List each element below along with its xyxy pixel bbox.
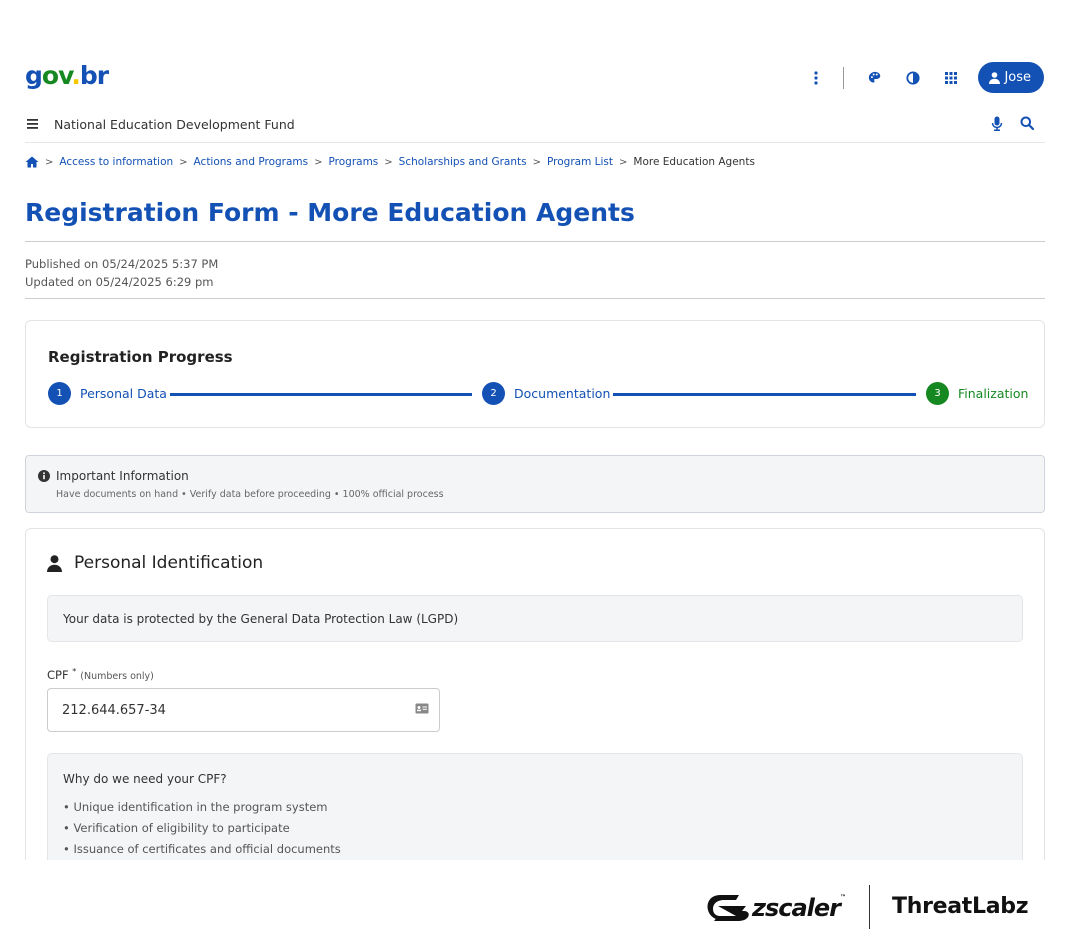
updated-date: Updated on 05/24/2025 6:29 pm <box>25 275 214 289</box>
breadcrumb-separator: > <box>384 156 393 168</box>
step-label: Finalization <box>958 386 1029 401</box>
breadcrumb-link[interactable]: Actions and Programs <box>194 156 309 168</box>
list-item: • Issuance of certificates and official … <box>63 842 341 856</box>
secondary-nav: National Education Development Fund <box>25 113 1045 143</box>
list-item: • Unique identification in the program s… <box>63 800 328 814</box>
search-icon[interactable] <box>1020 116 1034 130</box>
progress-connector <box>170 393 472 396</box>
breadcrumb-separator: > <box>45 156 54 168</box>
info-description: Have documents on hand • Verify data bef… <box>56 489 444 500</box>
breadcrumb-separator: > <box>532 156 541 168</box>
page-title: Registration Form - More Education Agent… <box>25 198 635 227</box>
threatlabz-wordmark: ThreatLabz <box>892 894 1029 919</box>
info-icon <box>38 470 50 482</box>
publication-meta: Published on 05/24/2025 5:37 PM Updated … <box>25 255 218 291</box>
step-number: 1 <box>48 382 71 405</box>
title-divider <box>25 241 1045 242</box>
required-marker: * <box>72 667 77 676</box>
zscaler-mark-icon <box>707 895 749 921</box>
progress-connector <box>613 393 916 396</box>
personal-identification-card: Personal Identification Your data is pro… <box>25 528 1045 873</box>
section-title: Personal Identification <box>74 553 264 573</box>
cpf-reasons-box: Why do we need your CPF? • Unique identi… <box>47 753 1023 873</box>
step-label: Documentation <box>514 386 611 401</box>
header-actions: Jose <box>791 62 1044 93</box>
zscaler-wordmark: zscaler™ <box>752 894 846 922</box>
cpf-label: CPF * (Numbers only) <box>47 667 154 682</box>
cpf-label-text: CPF <box>47 667 69 682</box>
breadcrumb-link[interactable]: Program List <box>547 156 613 168</box>
step-finalization[interactable]: 3 Finalization <box>926 382 1028 405</box>
info-title: Important Information <box>56 469 189 483</box>
user-account-button[interactable]: Jose <box>978 62 1044 93</box>
breadcrumb: > Access to information > Actions and Pr… <box>25 156 755 168</box>
cpf-input[interactable] <box>47 688 440 732</box>
lgpd-notice: Your data is protected by the General Da… <box>47 595 1023 642</box>
step-number: 2 <box>482 382 505 405</box>
breadcrumb-current: More Education Agents <box>633 156 755 168</box>
user-name: Jose <box>1004 70 1031 85</box>
breadcrumb-link[interactable]: Scholarships and Grants <box>399 156 527 168</box>
published-date: Published on 05/24/2025 5:37 PM <box>25 257 219 271</box>
microphone-icon[interactable] <box>991 116 1003 132</box>
breadcrumb-separator: > <box>619 156 628 168</box>
zscaler-logo: zscaler™ <box>706 893 846 923</box>
list-item: • Verification of eligibility to partici… <box>63 821 290 835</box>
site-title[interactable]: National Education Development Fund <box>54 117 295 132</box>
step-label: Personal Data <box>80 386 167 401</box>
lgpd-text: Your data is protected by the General Da… <box>63 612 459 626</box>
step-personal-data[interactable]: 1 Personal Data <box>48 382 167 405</box>
apps-grid-icon[interactable] <box>938 65 964 91</box>
brand-divider <box>869 885 870 929</box>
home-icon[interactable] <box>25 156 39 168</box>
step-documentation[interactable]: 2 Documentation <box>482 382 610 405</box>
contrast-icon[interactable] <box>900 65 926 91</box>
meta-divider <box>25 298 1045 299</box>
cpf-reasons-title: Why do we need your CPF? <box>63 772 227 786</box>
progress-title: Registration Progress <box>48 348 233 366</box>
registration-progress-card: Registration Progress 1 Personal Data 2 … <box>25 320 1045 428</box>
user-icon <box>47 555 62 572</box>
step-number: 3 <box>926 382 949 405</box>
user-icon <box>989 71 1001 84</box>
breadcrumb-link[interactable]: Programs <box>329 156 379 168</box>
id-card-icon <box>415 703 429 714</box>
more-vertical-icon[interactable] <box>803 65 829 91</box>
cpf-hint: (Numbers only) <box>80 670 154 682</box>
palette-icon[interactable] <box>862 65 888 91</box>
breadcrumb-separator: > <box>314 156 323 168</box>
important-info-alert: Important Information Have documents on … <box>25 455 1045 513</box>
menu-icon[interactable] <box>25 116 41 132</box>
cpf-reasons-list: • Unique identification in the program s… <box>63 797 341 860</box>
breadcrumb-link[interactable]: Access to information <box>59 156 173 168</box>
gov-br-logo[interactable]: gov.br <box>25 61 109 91</box>
header-divider <box>843 66 845 89</box>
breadcrumb-separator: > <box>179 156 188 168</box>
